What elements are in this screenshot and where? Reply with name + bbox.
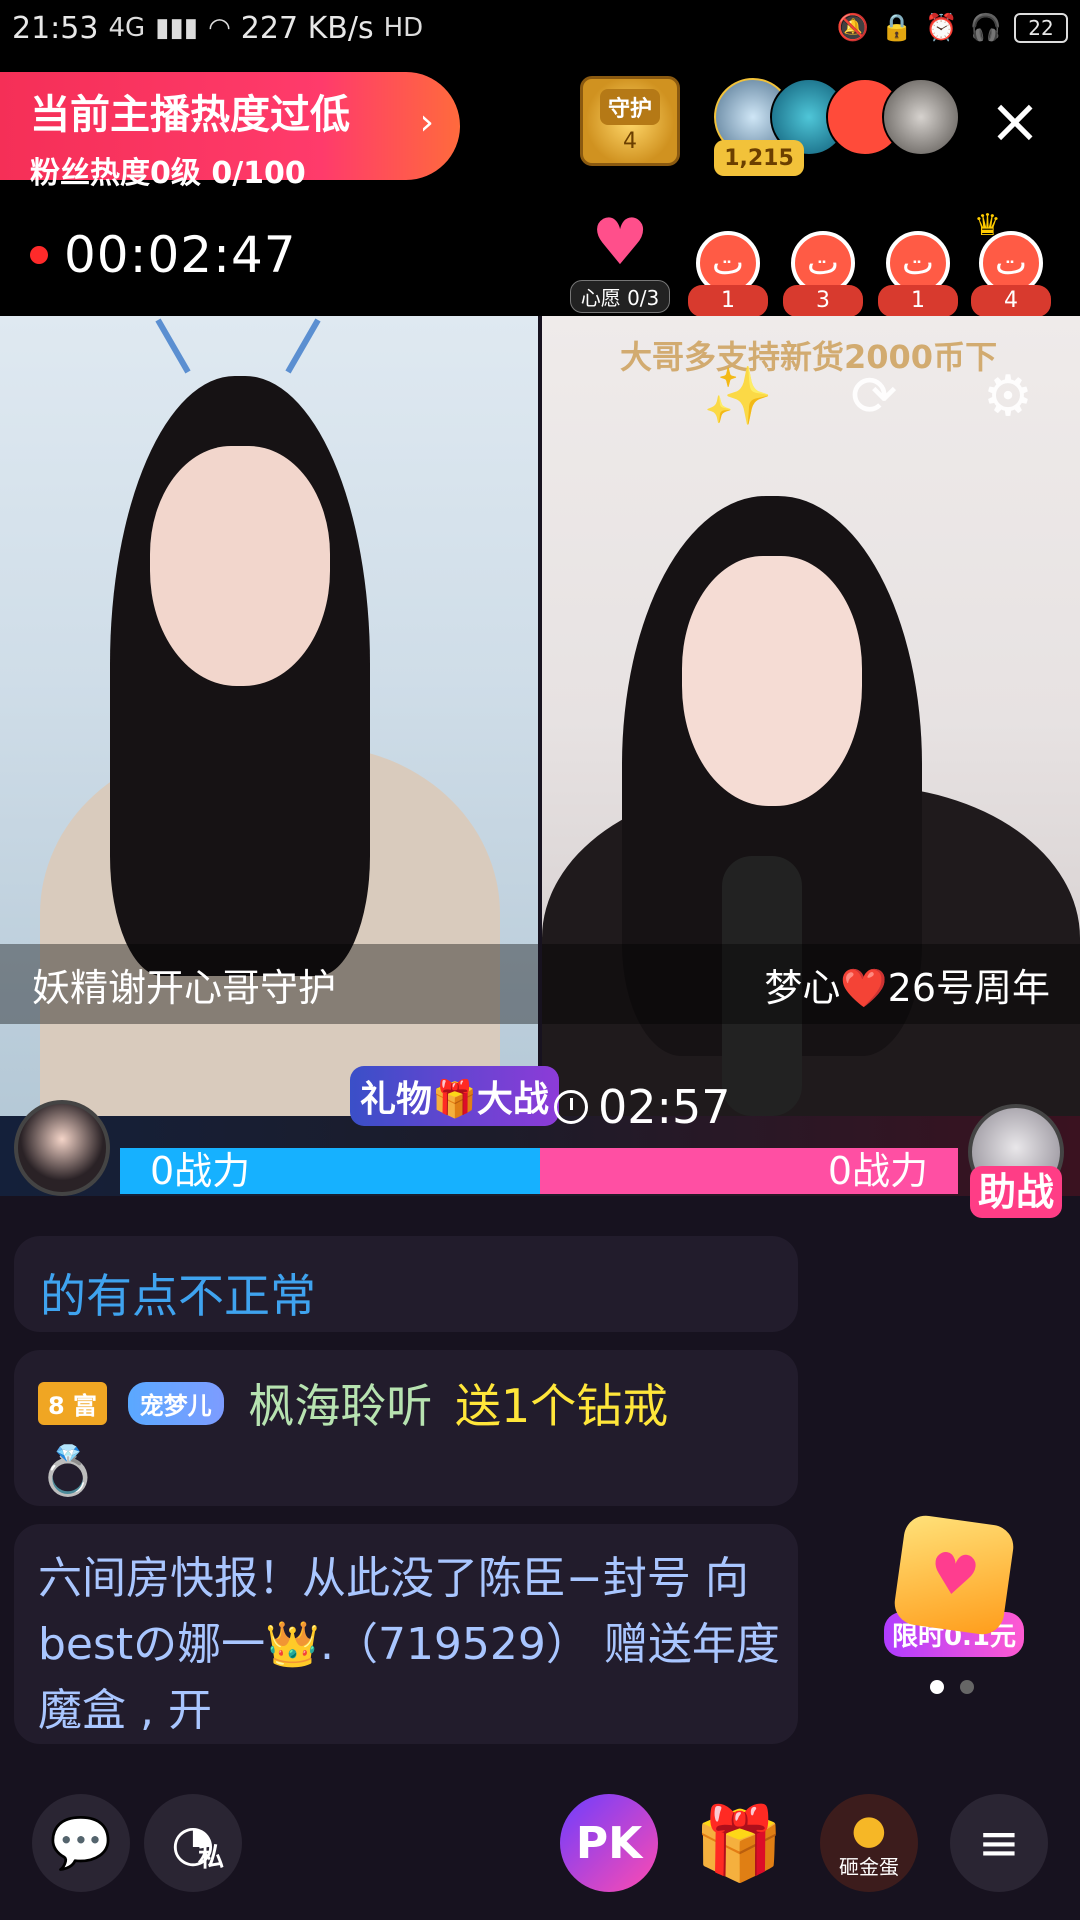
right-host-name: 梦心❤️26号周年 (542, 944, 1080, 1024)
viewer-count: 1,215 (714, 140, 804, 176)
camera-switch-icon[interactable]: ⟳ (838, 360, 910, 432)
promo-pager (930, 1680, 974, 1694)
private-label: 私 (197, 1843, 224, 1873)
network-label: 4G (108, 13, 146, 43)
magic-wand-icon[interactable]: ✨ (702, 360, 774, 432)
fan-group-item[interactable]: ت 4 (971, 231, 1051, 327)
gift-button[interactable]: 🎁 (690, 1794, 788, 1892)
chat-button[interactable]: 💬 (32, 1794, 130, 1892)
viewer-avatar[interactable] (882, 78, 960, 156)
battery-icon: 22 (1014, 13, 1068, 43)
guard-badge[interactable]: 守护 4 (580, 76, 680, 166)
heat-banner[interactable]: 当前主播热度过低 粉丝热度0级 0/100 › (0, 72, 460, 191)
wish-label: 心愿 0/3 (570, 280, 670, 313)
live-timer: 00:02:47 (64, 226, 297, 284)
right-power-bar: 0战力 (540, 1148, 958, 1194)
heart-icon: ♥ (591, 206, 649, 280)
mute-icon: 🔕 (836, 13, 869, 43)
menu-button[interactable]: ≡ (950, 1794, 1048, 1892)
guard-label: 守护 (599, 88, 660, 125)
chat-text: 的有点不正常 (40, 1269, 316, 1323)
chevron-right-icon: › (419, 102, 434, 143)
battle-label: 礼物🎁大战 (350, 1066, 559, 1126)
live-room-screen: 21:53 4G ▮▮▮ ◠ 227 KB/s HD 🔕 🔒 ⏰ 🎧 22 当前… (0, 0, 1080, 1920)
rich-level-badge: 8 富 (38, 1381, 108, 1425)
diamond-ring-icon: 💍 (38, 1443, 98, 1499)
net-speed: 227 KB/s (240, 10, 374, 46)
chat-announcement: 六间房快报！从此没了陈臣−封号 向 bestの娜一👑.（719529） 赠送年度… (14, 1524, 798, 1744)
pager-dot (960, 1680, 974, 1694)
chat-message: 的有点不正常 (14, 1236, 798, 1332)
heart-card-icon: ♥ (891, 1512, 1017, 1638)
fan-group-item[interactable]: ت 1 (688, 231, 768, 327)
announcement-text: 六间房快报！从此没了陈臣−封号 向 bestの娜一👑.（719529） 赠送年度… (38, 1553, 780, 1736)
host-face (150, 446, 330, 686)
guard-count: 4 (623, 128, 637, 154)
hd-label: HD (383, 13, 424, 43)
clock-time: 21:53 (12, 10, 99, 46)
live-dot (30, 246, 48, 264)
chat-bubble-icon: 💬 (49, 1813, 113, 1872)
fan-count: 1 (878, 285, 958, 317)
crown-icon: ♛ (974, 208, 1001, 243)
hamburger-icon: ≡ (978, 1814, 1020, 1872)
wifi-icon: ◠ (208, 13, 231, 43)
fan-group-item[interactable]: ت 3 (783, 231, 863, 327)
lock-icon: 🔒 (880, 13, 914, 43)
signal-icon: ▮▮▮ (155, 13, 199, 43)
left-host-name: 妖精谢开心哥守护 (0, 944, 538, 1024)
fan-club-badge: 宠梦儿 (127, 1381, 224, 1425)
antler-decoration (285, 318, 321, 374)
golden-egg-label: 砸金蛋 (839, 1854, 899, 1879)
golden-egg-button[interactable]: ● 砸金蛋 (820, 1794, 918, 1892)
fan-group-item[interactable]: ت 1 (878, 231, 958, 327)
gift-icon: 🎁 (694, 1800, 784, 1885)
headset-icon: 🎧 (969, 13, 1002, 43)
promo-card[interactable]: ♥ 限时0.1元 (884, 1512, 1024, 1660)
status-bar: 21:53 4G ▮▮▮ ◠ 227 KB/s HD 🔕 🔒 ⏰ 🎧 22 (0, 0, 1080, 56)
host-face (682, 556, 862, 806)
heat-subtitle: 粉丝热度0级 0/100 (30, 156, 306, 191)
chat-message: 8 富 宠梦儿 枫海聆听 送1个钻戒 💍 (14, 1350, 798, 1506)
pk-button[interactable]: PK (560, 1794, 658, 1892)
assist-button[interactable]: 助战 (970, 1166, 1062, 1218)
golden-egg-icon: ● (851, 1806, 887, 1853)
fan-count: 4 (971, 285, 1051, 317)
gift-text: 送1个钻戒 (454, 1379, 669, 1433)
left-power-bar: 0战力 (120, 1148, 540, 1194)
fan-count: 1 (688, 285, 768, 317)
alarm-icon: ⏰ (925, 13, 958, 43)
chat-sender[interactable]: 枫海聆听 (248, 1379, 432, 1433)
gear-icon[interactable]: ⚙ (972, 360, 1044, 432)
right-overlay-text: 大哥多支持新货2000币下 (620, 338, 998, 376)
antler-decoration (155, 318, 191, 374)
pager-dot-active (930, 1680, 944, 1694)
clock-icon (554, 1090, 588, 1124)
battle-timer: 02:57 (554, 1080, 731, 1134)
battle-timer-value: 02:57 (598, 1080, 731, 1134)
fan-count: 3 (783, 285, 863, 317)
private-message-button[interactable]: ◔ 私 (144, 1794, 242, 1892)
close-icon[interactable]: × (980, 86, 1050, 156)
left-host-avatar[interactable] (14, 1100, 110, 1196)
heat-title: 当前主播热度过低 (30, 92, 350, 138)
viewer-avatars[interactable]: 1,215 (714, 78, 964, 178)
wish-button[interactable]: ♥ 心愿 0/3 (570, 206, 670, 313)
room-header: 当前主播热度过低 粉丝热度0级 0/100 › 守护 4 1,215 × 00:… (0, 56, 1080, 317)
